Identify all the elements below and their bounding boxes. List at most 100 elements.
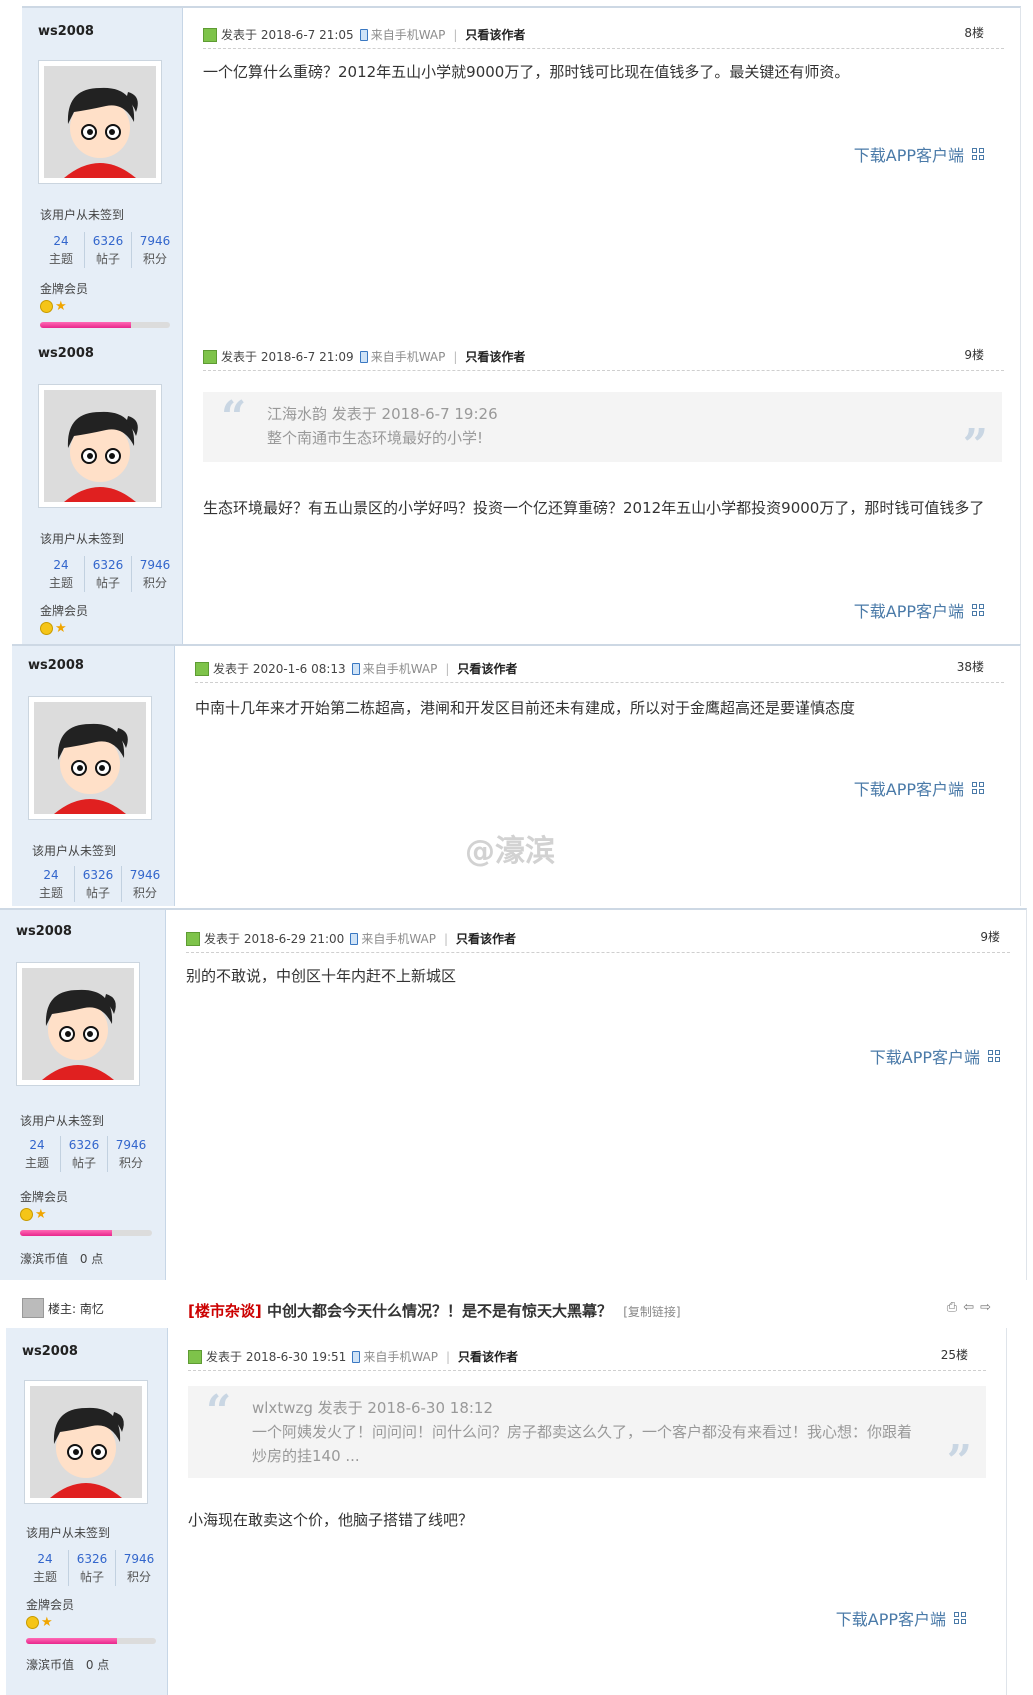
smiley-icon xyxy=(20,1208,33,1221)
stat-posts[interactable]: 6326 帖子 xyxy=(84,232,131,268)
username-link[interactable]: ws2008 xyxy=(38,24,94,39)
post-time: 发表于 2018-6-7 21:05 xyxy=(221,28,354,42)
quote-text: 一个阿姨发火了！问问问！问什么问？房子都卖这么久了，一个客户都没有来看过！我心想… xyxy=(252,1423,913,1465)
currency-value: 0 点 xyxy=(85,1658,110,1672)
phone-icon xyxy=(359,350,368,363)
post-body: 一个亿算什么重磅？2012年五山小学就9000万了，那时钱可比现在值钱多了。最关… xyxy=(203,63,850,81)
download-app-link[interactable]: 下载APP客户端 xyxy=(854,598,984,622)
post-content: 发表于 2018-6-29 21:00 来自手机WAP | 只看该作者 9楼 别… xyxy=(166,910,1026,1280)
post-body: 中南十几年来才开始第二栋超高，港闸和开发区目前还未有建成，所以对于金鹰超高还是要… xyxy=(195,699,856,717)
post-meta: 发表于 2018-6-29 21:00 来自手机WAP | 只看该作者 xyxy=(186,930,516,947)
stat-points[interactable]: 7946 积分 xyxy=(131,232,178,268)
download-app-link[interactable]: 下载APP客户端 xyxy=(854,142,984,166)
thread-category[interactable]: [楼市杂谈] xyxy=(188,1302,262,1320)
user-sidebar: ws2008 该用户从未签到 24 主题 6326 帖子 7946 积分 金牌会员 ★ xyxy=(22,336,183,646)
post-content: 发表于 2020-1-6 08:13 来自手机WAP | 只看该作者 38楼 中… xyxy=(175,646,1020,906)
thread-header: 楼主: 南忆 [楼市杂谈] 中创大都会今天什么情况？！是不是有惊天大黑幕？ [复… xyxy=(6,1288,1007,1328)
download-app-link[interactable]: 下载APP客户端 xyxy=(870,1044,1000,1068)
quote-author[interactable]: 江海水韵 发表于 2018-6-7 19:26 xyxy=(267,402,962,426)
member-level[interactable]: 金牌会员 xyxy=(20,1188,68,1205)
user-sidebar: ws2008 该用户从未签到 24 主题 6326 帖子 7946 积分 xyxy=(12,646,175,906)
avatar[interactable] xyxy=(28,696,152,820)
download-app-link[interactable]: 下载APP客户端 xyxy=(854,776,984,800)
avatar[interactable] xyxy=(24,1380,148,1504)
user-sidebar: ws2008 该用户从未签到 24 主题 6326 帖子 7946 积分 金牌会员 ★ xyxy=(22,8,183,336)
only-author-link[interactable]: 只看该作者 xyxy=(458,1348,518,1365)
post-meta: 发表于 2020-1-6 08:13 来自手机WAP | 只看该作者 xyxy=(195,660,517,677)
prev-thread-icon[interactable]: ⇦ xyxy=(963,1300,974,1315)
thread-owner[interactable]: 楼主: 南忆 xyxy=(22,1298,104,1318)
post-source[interactable]: 来自手机WAP xyxy=(363,1348,438,1365)
signin-status: 该用户从未签到 xyxy=(26,1526,111,1540)
stat-threads[interactable]: 24 主题 xyxy=(38,556,84,592)
currency-label: 濠滨币值 xyxy=(26,1658,75,1672)
stat-threads[interactable]: 24 主题 xyxy=(38,232,84,268)
quote-text: 整个南通市生态环境最好的小学! xyxy=(267,429,484,447)
download-app-link[interactable]: 下载APP客户端 xyxy=(836,1606,966,1630)
avatar-image xyxy=(44,66,156,178)
username-link[interactable]: ws2008 xyxy=(28,658,84,673)
stat-points[interactable]: 7946 积分 xyxy=(131,556,178,592)
username-link[interactable]: ws2008 xyxy=(38,346,94,361)
stat-posts[interactable]: 6326 帖子 xyxy=(60,1136,107,1172)
phone-icon xyxy=(350,932,359,945)
qr-code-icon xyxy=(972,782,984,794)
floor-number[interactable]: 9楼 xyxy=(980,928,1000,945)
floor-number[interactable]: 9楼 xyxy=(964,346,984,363)
level-icons: ★ xyxy=(40,300,67,313)
member-level[interactable]: 金牌会员 xyxy=(26,1596,74,1613)
qr-code-icon xyxy=(988,1050,1000,1062)
quote-author[interactable]: wlxtwzg 发表于 2018-6-30 18:12 xyxy=(252,1396,926,1420)
member-level[interactable]: 金牌会员 xyxy=(40,602,88,619)
stat-points[interactable]: 7946 积分 xyxy=(115,1550,162,1586)
avatar-image xyxy=(22,968,134,1080)
copy-link-button[interactable]: [复制链接] xyxy=(623,1305,680,1319)
level-icons: ★ xyxy=(20,1208,47,1221)
stat-posts[interactable]: 6326 帖子 xyxy=(68,1550,115,1586)
only-author-link[interactable]: 只看该作者 xyxy=(465,348,525,365)
post-source[interactable]: 来自手机WAP xyxy=(361,930,436,947)
signin-status: 该用户从未签到 xyxy=(32,844,117,858)
username-link[interactable]: ws2008 xyxy=(22,1344,78,1359)
post-source[interactable]: 来自手机WAP xyxy=(371,348,446,365)
currency-row: 濠滨币值 0 点 xyxy=(20,1250,103,1267)
post-floor-9-b: ws2008 该用户从未签到 24 主题 6326 帖子 7946 积分 金牌会员 ★ xyxy=(0,908,1027,1280)
post-source[interactable]: 来自手机WAP xyxy=(371,26,446,43)
star-icon: ★ xyxy=(41,1615,53,1630)
avatar[interactable] xyxy=(38,60,162,184)
phone-icon xyxy=(352,1350,361,1363)
only-author-link[interactable]: 只看该作者 xyxy=(457,660,517,677)
owner-avatar xyxy=(22,1298,44,1318)
stat-posts[interactable]: 6326 帖子 xyxy=(74,866,121,902)
stat-threads[interactable]: 24 主题 xyxy=(28,866,74,902)
stat-points[interactable]: 7946 积分 xyxy=(121,866,168,902)
member-level[interactable]: 金牌会员 xyxy=(40,280,88,297)
avatar-image xyxy=(30,1386,142,1498)
currency-value: 0 点 xyxy=(79,1252,104,1266)
stat-points[interactable]: 7946 积分 xyxy=(107,1136,154,1172)
post-time: 发表于 2018-6-7 21:09 xyxy=(221,350,354,364)
quote-body: wlxtwzg 发表于 2018-6-30 18:12 一个阿姨发火了！问问问！… xyxy=(252,1396,926,1468)
phone-icon xyxy=(359,28,368,41)
divider xyxy=(195,682,1004,683)
avatar[interactable] xyxy=(16,962,140,1086)
floor-number[interactable]: 8楼 xyxy=(964,24,984,41)
stat-posts[interactable]: 6326 帖子 xyxy=(84,556,131,592)
print-icon[interactable]: ⎙ xyxy=(947,1300,957,1315)
qr-code-icon xyxy=(972,604,984,616)
stat-threads[interactable]: 24 主题 xyxy=(14,1136,60,1172)
stat-threads[interactable]: 24 主题 xyxy=(22,1550,68,1586)
only-author-link[interactable]: 只看该作者 xyxy=(456,930,516,947)
next-thread-icon[interactable]: ⇨ xyxy=(980,1300,991,1315)
floor-number[interactable]: 38楼 xyxy=(957,658,984,675)
smiley-icon xyxy=(40,622,53,635)
post-content: 发表于 2018-6-30 19:51 来自手机WAP | 只看该作者 25楼 … xyxy=(168,1328,1006,1695)
avatar[interactable] xyxy=(38,384,162,508)
floor-number[interactable]: 25楼 xyxy=(941,1346,968,1363)
username-link[interactable]: ws2008 xyxy=(16,924,72,939)
only-author-link[interactable]: 只看该作者 xyxy=(465,26,525,43)
user-sidebar: ws2008 该用户从未签到 24 主题 6326 帖子 7946 积分 金牌会员 ★ xyxy=(0,910,166,1280)
post-source[interactable]: 来自手机WAP xyxy=(363,660,438,677)
quote-block: “ wlxtwzg 发表于 2018-6-30 18:12 一个阿姨发火了！问问… xyxy=(188,1386,986,1484)
quote-close-icon: ” xyxy=(946,1436,972,1487)
